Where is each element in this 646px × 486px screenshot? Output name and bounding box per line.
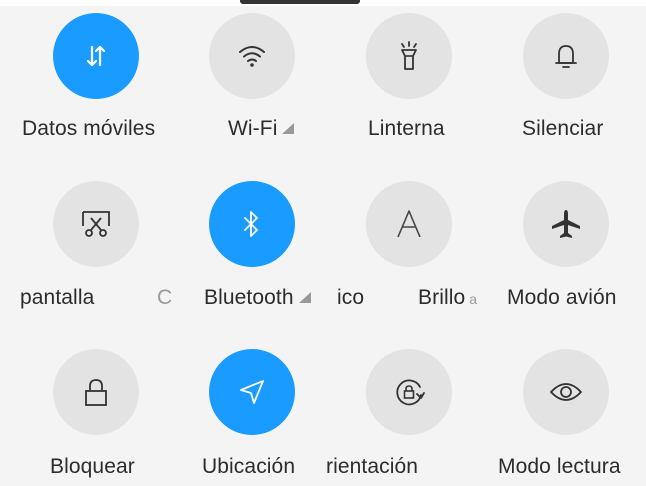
cropped-header-text (240, 0, 360, 4)
tile-label: Linterna (368, 117, 445, 140)
top-edge (0, 0, 646, 6)
bell-icon (555, 45, 577, 68)
rotation-toggle[interactable] (366, 349, 452, 435)
mobile-data-icon (86, 45, 106, 67)
lock-icon (85, 379, 107, 406)
screenshot-scissors-icon (82, 211, 110, 237)
mobile-data-toggle[interactable] (53, 13, 139, 99)
location-toggle[interactable] (209, 349, 295, 435)
signal-triangle-icon (298, 292, 311, 303)
tile-label: Modo lectura (498, 455, 621, 478)
flashlight-toggle[interactable] (366, 13, 452, 99)
tile-label-row: Wi-Fi (228, 117, 295, 141)
brightness-toggle[interactable] (366, 181, 452, 267)
tile-label: Modo avión (507, 286, 617, 309)
auto-brightness-icon (397, 210, 421, 238)
tile-label: Datos móviles (22, 117, 156, 140)
lock-toggle[interactable] (53, 349, 139, 435)
tile-label: Silenciar (522, 117, 604, 140)
bluetooth-toggle[interactable] (209, 181, 295, 267)
tile-label-row: Brillo a (418, 286, 477, 310)
tile-label: Bluetooth (204, 286, 294, 309)
tile-label: Bloquear (50, 455, 135, 478)
tile-label: Ubicación (202, 455, 296, 478)
airplane-icon (552, 210, 580, 238)
screenshot-toggle[interactable] (53, 181, 139, 267)
wifi-toggle[interactable] (209, 13, 295, 99)
flashlight-icon (401, 41, 417, 70)
signal-triangle-icon (282, 123, 295, 134)
tile-label-row: Bluetooth (204, 286, 311, 310)
partial-label: ico (337, 286, 365, 309)
airplane-toggle[interactable] (523, 181, 609, 267)
reading-mode-toggle[interactable] (523, 349, 609, 435)
tile-label: Wi-Fi (228, 117, 278, 140)
partial-label: C (157, 286, 173, 309)
tile-label: Brillo (418, 286, 466, 309)
eye-icon (550, 383, 582, 401)
wifi-icon (239, 46, 265, 67)
tile-label: pantalla (20, 286, 95, 309)
bluetooth-icon (244, 211, 258, 237)
rotation-lock-icon (396, 379, 425, 406)
truncated-text: a (469, 291, 478, 307)
location-icon (240, 380, 264, 404)
tile-label: rientación (326, 455, 419, 478)
silence-toggle[interactable] (523, 13, 609, 99)
